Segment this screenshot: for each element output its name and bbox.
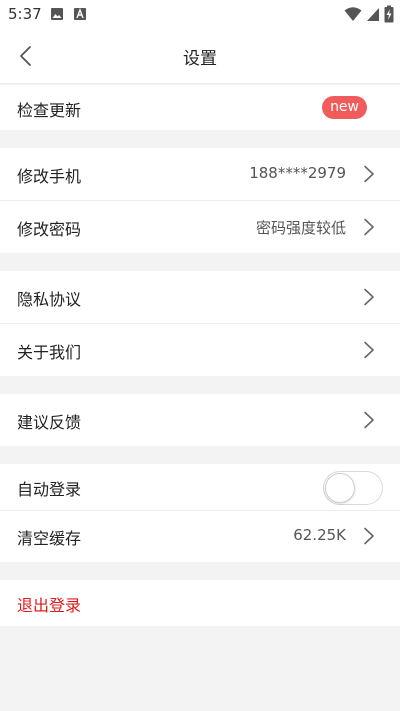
chevron-right-icon [362, 411, 376, 429]
privacy-policy-item[interactable]: 隐私协议 [0, 271, 400, 323]
new-badge: new [322, 96, 367, 119]
chevron-right-icon [362, 218, 376, 236]
feedback-item[interactable]: 建议反馈 [0, 394, 400, 446]
page-title: 设置 [183, 49, 217, 69]
about-us-item[interactable]: 关于我们 [0, 324, 400, 376]
status-time: 5:37 [8, 5, 42, 23]
change-phone-label: 修改手机 [17, 167, 82, 186]
privacy-policy-label: 隐私协议 [17, 290, 82, 309]
change-password-item[interactable]: 修改密码 密码强度较低 [0, 201, 400, 253]
image-icon [50, 6, 64, 25]
status-right-icons [344, 5, 394, 27]
a-icon [73, 6, 87, 25]
auto-login-item: 自动登录 [0, 464, 400, 510]
cellular-signal-icon [366, 6, 380, 26]
change-password-label: 修改密码 [17, 220, 82, 239]
battery-charging-icon [384, 5, 394, 27]
header-bar: 设置 [0, 28, 400, 84]
cache-size-value: 62.25K [293, 526, 346, 544]
check-update-label: 检查更新 [17, 101, 82, 120]
feedback-label: 建议反馈 [17, 413, 82, 432]
chevron-right-icon [362, 527, 376, 545]
toggle-knob [325, 473, 355, 503]
auto-login-label: 自动登录 [17, 480, 82, 499]
logout-button[interactable]: 退出登录 [17, 592, 81, 616]
status-left-icons [50, 6, 87, 25]
clear-cache-item[interactable]: 清空缓存 62.25K [0, 511, 400, 562]
check-update-item[interactable]: 检查更新 new [0, 85, 400, 130]
logout-item[interactable]: 退出登录 [0, 580, 400, 626]
auto-login-toggle[interactable] [323, 471, 383, 505]
password-strength-value: 密码强度较低 [255, 219, 346, 237]
wifi-icon [344, 6, 362, 26]
chevron-right-icon [362, 165, 376, 183]
clear-cache-label: 清空缓存 [17, 529, 82, 548]
chevron-right-icon [362, 288, 376, 306]
status-bar: 5:37 [0, 0, 400, 28]
change-phone-item[interactable]: 修改手机 188****2979 [0, 148, 400, 200]
chevron-right-icon [362, 341, 376, 359]
about-us-label: 关于我们 [17, 343, 82, 362]
phone-value: 188****2979 [249, 164, 346, 182]
